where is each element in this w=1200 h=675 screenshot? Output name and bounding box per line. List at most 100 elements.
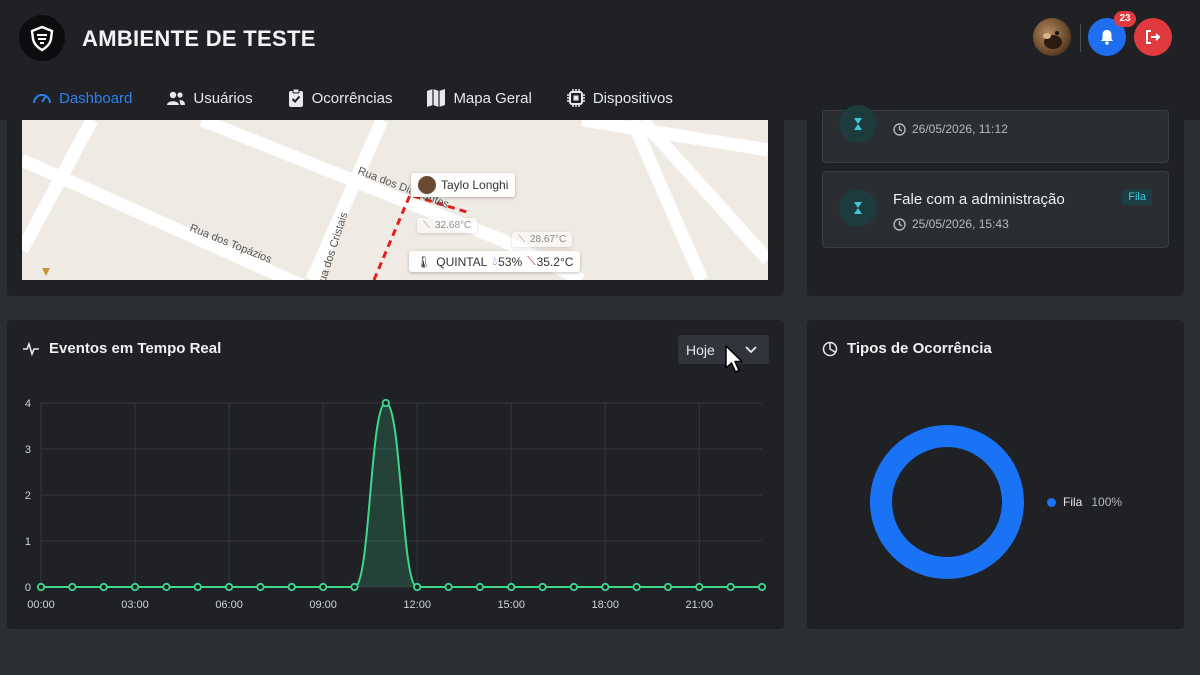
temp-icon: ⟍ bbox=[527, 254, 536, 268]
data-point[interactable] bbox=[224, 582, 234, 592]
hourglass-icon bbox=[839, 189, 877, 227]
faded-temp: 28.67°C bbox=[530, 234, 567, 245]
pie-chart-icon bbox=[822, 341, 838, 356]
nav-ocorrencias[interactable]: Ocorrências bbox=[287, 88, 392, 108]
donut-slice-fila[interactable] bbox=[870, 425, 1024, 579]
nav-mapa-geral[interactable]: Mapa Geral bbox=[426, 88, 532, 108]
person-marker[interactable]: Taylo Longhi bbox=[411, 173, 516, 197]
data-point[interactable] bbox=[507, 582, 516, 592]
app-title: AMBIENTE DE TESTE bbox=[82, 26, 316, 51]
logout-icon bbox=[1146, 30, 1161, 44]
data-point[interactable] bbox=[381, 398, 390, 408]
faded-sensor-marker[interactable]: ⟍ 32.68°C bbox=[417, 218, 478, 233]
sensor-marker-quintal[interactable]: 🌡︎ QUINTAL 💧︎ 53% ⟍ 35.2°C bbox=[409, 251, 581, 272]
x-tick-label: 03:00 bbox=[121, 599, 149, 611]
legend-value: 100% bbox=[1091, 495, 1123, 509]
types-donut-chart bbox=[870, 425, 1024, 579]
types-title: Tipos de Ocorrência bbox=[822, 340, 992, 357]
data-point[interactable] bbox=[695, 582, 704, 592]
data-point[interactable] bbox=[162, 582, 171, 592]
x-tick-label: 06:00 bbox=[215, 599, 243, 611]
map-card: Rua dos Diamantes Rua dos Topázios Rua d… bbox=[7, 120, 784, 296]
shield-logo-icon[interactable] bbox=[19, 15, 65, 61]
map-icon bbox=[427, 89, 446, 107]
data-point[interactable] bbox=[130, 582, 140, 592]
chip-icon bbox=[566, 89, 585, 107]
events-title: Eventos em Tempo Real bbox=[22, 340, 221, 357]
nav-usuarios[interactable]: Usuários bbox=[166, 89, 253, 107]
clipboard-icon bbox=[288, 88, 303, 107]
person-name: Taylo Longhi bbox=[441, 178, 509, 192]
nav-label: Usuários bbox=[193, 89, 253, 107]
logout-button[interactable] bbox=[1134, 18, 1172, 56]
faded-sensor-marker[interactable]: ⟍ 28.67°C bbox=[512, 232, 573, 247]
gauge-icon bbox=[33, 94, 51, 104]
faded-temp: 32.68°C bbox=[435, 220, 472, 231]
thermometer-icon: ⟍ bbox=[518, 234, 525, 245]
occurrence-title: Fale com a administração bbox=[893, 191, 1065, 208]
nav-label: Dashboard bbox=[59, 89, 133, 107]
data-point[interactable] bbox=[99, 582, 108, 592]
occurrence-time: 25/05/2026, 15:43 bbox=[893, 217, 1009, 231]
data-point[interactable] bbox=[256, 582, 265, 592]
sensor-humidity: 53% bbox=[498, 254, 523, 269]
data-point[interactable] bbox=[193, 582, 202, 592]
x-tick-label: 21:00 bbox=[686, 599, 714, 611]
donut-legend[interactable]: Fila 100% bbox=[1047, 495, 1122, 509]
notification-badge: 23 bbox=[1114, 11, 1136, 27]
events-chart: 0 1 2 3 4 00:00 03:00 06:00 09:00 12:00 15:00 18:00… bbox=[25, 398, 767, 611]
header-divider bbox=[1080, 24, 1081, 52]
occurrence-item[interactable]: 26/05/2026, 11:12 bbox=[822, 105, 1169, 163]
x-tick-label: 12:00 bbox=[403, 599, 431, 611]
occurrences-card: 26/05/2026, 11:12 Fale com a administraç… bbox=[807, 105, 1184, 296]
data-point[interactable] bbox=[287, 582, 296, 592]
data-point[interactable] bbox=[68, 582, 77, 592]
occurrence-item[interactable]: Fale com a administração 25/05/2026, 15:… bbox=[822, 171, 1169, 248]
y-tick-label: 4 bbox=[25, 398, 31, 410]
legend-label: Fila bbox=[1063, 495, 1083, 509]
x-tick-label: 18:00 bbox=[591, 599, 619, 611]
data-point[interactable] bbox=[632, 582, 641, 592]
data-point[interactable] bbox=[475, 582, 484, 592]
nav-dispositivos[interactable]: Dispositivos bbox=[566, 88, 673, 108]
data-point[interactable] bbox=[413, 582, 422, 592]
events-title-text: Eventos em Tempo Real bbox=[49, 340, 222, 357]
occurrence-time-text: 25/05/2026, 15:43 bbox=[912, 217, 1009, 231]
data-point[interactable] bbox=[538, 582, 547, 592]
nav-label: Mapa Geral bbox=[453, 89, 532, 107]
data-point[interactable] bbox=[36, 582, 46, 592]
top-bar: AMBIENTE DE TESTE 23 Dashboard Usuários bbox=[0, 0, 1200, 120]
events-card: Eventos em Tempo Real Hoje 0 1 2 3 4 00:00 03:… bbox=[7, 320, 784, 629]
data-point[interactable] bbox=[663, 582, 673, 592]
clock-icon bbox=[893, 217, 906, 231]
x-tick-label: 15:00 bbox=[497, 599, 525, 611]
clock-icon bbox=[893, 122, 906, 136]
x-tick-label: 09:00 bbox=[309, 599, 337, 611]
period-select[interactable]: Hoje bbox=[678, 335, 769, 364]
types-title-text: Tipos de Ocorrência bbox=[847, 340, 992, 357]
data-point[interactable] bbox=[757, 582, 767, 592]
nav-dashboard[interactable]: Dashboard bbox=[32, 89, 132, 107]
nav-label: Dispositivos bbox=[592, 89, 673, 107]
hourglass-icon bbox=[839, 105, 877, 143]
status-badge: Fila bbox=[1122, 189, 1152, 205]
data-point[interactable] bbox=[601, 582, 610, 592]
y-tick-label: 2 bbox=[25, 490, 31, 502]
data-point[interactable] bbox=[319, 582, 328, 592]
y-tick-label: 1 bbox=[25, 536, 31, 548]
users-icon bbox=[167, 91, 186, 105]
data-point[interactable] bbox=[444, 582, 453, 592]
mouse-cursor-icon bbox=[725, 345, 743, 373]
map-view[interactable]: Rua dos Diamantes Rua dos Topázios Rua d… bbox=[22, 120, 768, 280]
data-point[interactable] bbox=[350, 582, 359, 592]
user-avatar[interactable] bbox=[1033, 18, 1071, 56]
data-point[interactable] bbox=[726, 582, 735, 592]
types-card: Tipos de Ocorrência Fila 100% bbox=[807, 320, 1184, 629]
activity-icon bbox=[23, 341, 39, 356]
bell-icon bbox=[1101, 30, 1113, 45]
occurrence-time: 26/05/2026, 11:12 bbox=[893, 122, 1008, 136]
occurrence-time-text: 26/05/2026, 11:12 bbox=[912, 122, 1008, 136]
period-select-value: Hoje bbox=[686, 341, 715, 358]
y-tick-label: 0 bbox=[25, 582, 31, 594]
data-point[interactable] bbox=[569, 582, 579, 592]
